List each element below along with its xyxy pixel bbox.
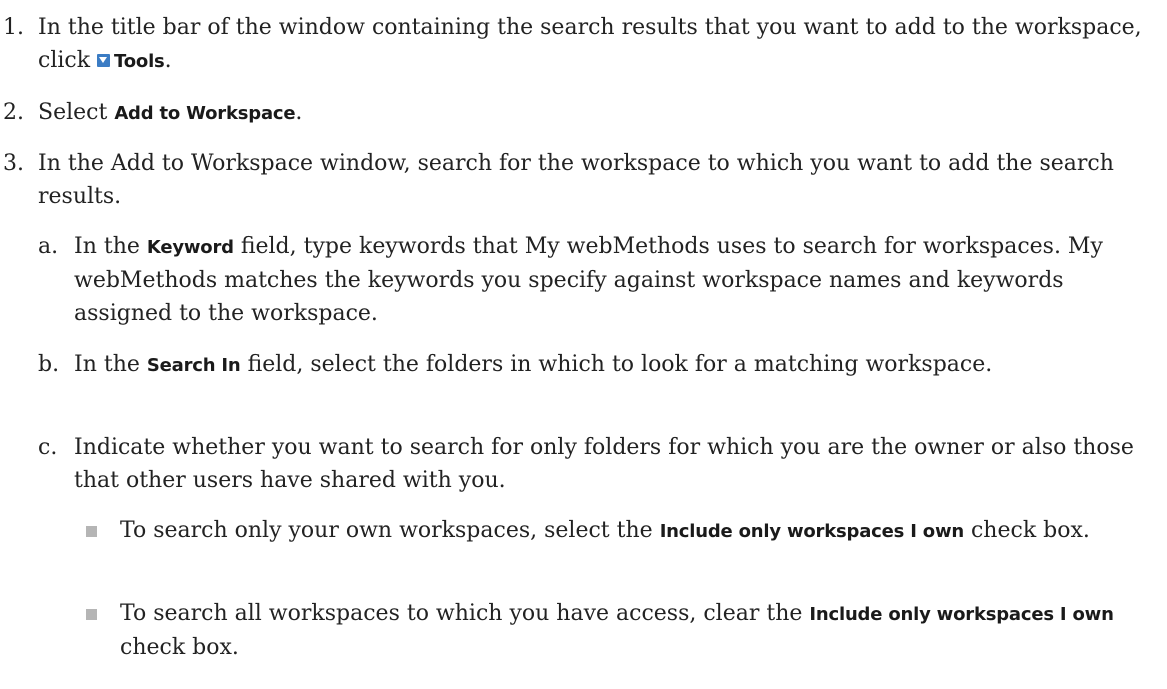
step-text: Select: [38, 100, 108, 125]
step-3: 3. In the Add to Workspace window, searc…: [0, 147, 1148, 213]
step-text: In the title bar of the window containin…: [38, 15, 1142, 73]
substep-letter: b.: [38, 352, 60, 377]
step-1: 1. In the title bar of the window contai…: [0, 11, 1148, 78]
substep-c: c. Indicate whether you want to search f…: [38, 431, 1154, 497]
include-only-checkbox-label: Include only workspaces I own: [809, 604, 1114, 625]
step-2: 2. Select Add to Workspace.: [0, 96, 1148, 130]
step-text: In the Add to Workspace window, search f…: [38, 151, 1114, 209]
step-number: 1.: [3, 15, 24, 40]
tools-label: Tools: [114, 51, 165, 72]
square-bullet-icon: [86, 609, 97, 620]
square-bullet-icon: [86, 526, 97, 537]
dropdown-arrow-icon: [97, 54, 111, 67]
keyword-field-label: Keyword: [146, 237, 234, 258]
step-number: 3.: [3, 151, 24, 176]
include-only-checkbox-label: Include only workspaces I own: [659, 521, 964, 542]
substep-b: b. In the Search In field, select the fo…: [38, 348, 1154, 382]
bullet-item-all-workspaces: To search all workspaces to which you ha…: [74, 597, 1160, 664]
substep-letter: c.: [38, 435, 58, 460]
bullet-item-own-workspaces: To search only your own workspaces, sele…: [74, 514, 1160, 548]
substep-a: a. In the Keyword field, type keywords t…: [38, 230, 1154, 330]
search-in-field-label: Search In: [146, 355, 241, 376]
add-to-workspace-label: Add to Workspace: [114, 103, 296, 124]
document-body: 1. In the title bar of the window contai…: [0, 0, 1167, 689]
step-number: 2.: [3, 100, 24, 125]
substep-letter: a.: [38, 234, 59, 259]
